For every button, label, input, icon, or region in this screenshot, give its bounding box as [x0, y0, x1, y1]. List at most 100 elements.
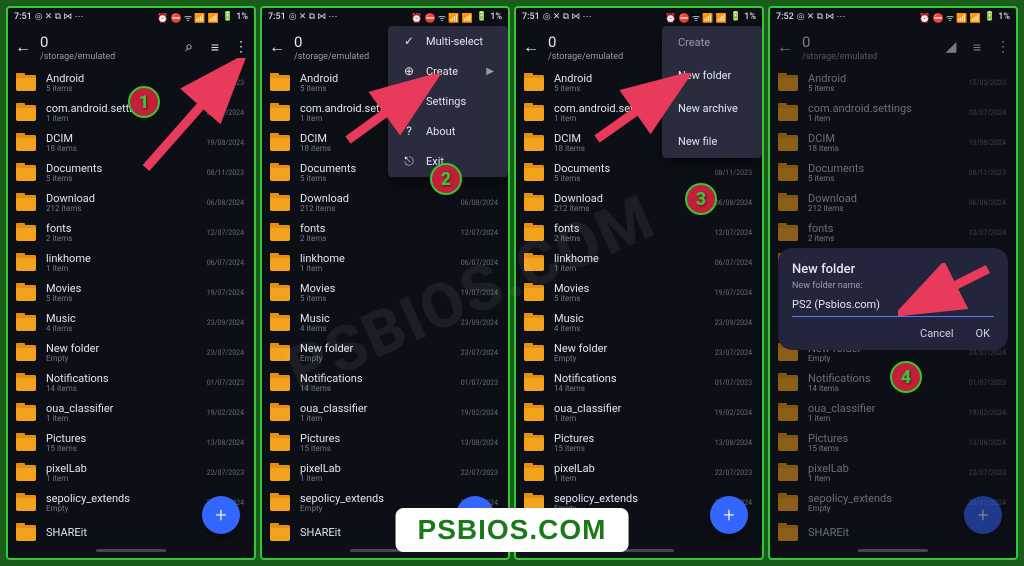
- folder-date: 06/08/2024: [461, 199, 498, 207]
- panel-step-1: 7:51◎ ✕ ⧉ ⋈ ⋯ ⏰ ⛔ ᯤ 📶 📶🔋1% ← 0 /storage/…: [6, 6, 256, 560]
- folder-icon: [778, 375, 798, 391]
- back-icon[interactable]: ←: [268, 37, 286, 57]
- list-item[interactable]: New folderEmpty23/07/2024: [8, 338, 254, 368]
- list-item[interactable]: Movies5 items19/07/2024: [516, 278, 762, 308]
- folder-date: 13/08/2024: [715, 439, 752, 447]
- folder-sub: 1 item: [300, 265, 461, 274]
- folder-icon: [270, 405, 290, 421]
- list-item[interactable]: pixelLab1 item22/07/2023: [8, 458, 254, 488]
- list-item[interactable]: linkhome1 item06/07/2024: [8, 248, 254, 278]
- list-item[interactable]: Download212 items06/08/2024: [8, 188, 254, 218]
- list-item[interactable]: fonts2 items12/07/2024: [8, 218, 254, 248]
- folder-name: New folder: [300, 343, 461, 355]
- folder-icon: [524, 285, 544, 301]
- list-item[interactable]: Pictures15 items13/08/2024: [8, 428, 254, 458]
- folder-name: pixelLab: [46, 463, 207, 475]
- list-item[interactable]: Music4 items23/09/2024: [262, 308, 508, 338]
- list-item[interactable]: Notifications14 items01/07/2023: [516, 368, 762, 398]
- folder-date: 13/08/2024: [207, 439, 244, 447]
- folder-sub: 1 item: [46, 265, 207, 274]
- folder-icon: [16, 315, 36, 331]
- folder-icon: [16, 255, 36, 271]
- folder-icon: [270, 345, 290, 361]
- folder-name: Movies: [554, 283, 715, 295]
- fab-add-button[interactable]: +: [202, 496, 240, 534]
- cancel-button[interactable]: Cancel: [920, 327, 953, 340]
- folder-icon: [524, 75, 544, 91]
- step-badge-3: 3: [685, 183, 717, 215]
- folder-name: Movies: [300, 283, 461, 295]
- folder-icon: [778, 495, 798, 511]
- folder-icon: [270, 255, 290, 271]
- folder-sub: 4 items: [300, 325, 461, 334]
- list-item[interactable]: pixelLab1 item22/07/2023: [770, 458, 1016, 488]
- folder-date: 19/02/2024: [207, 409, 244, 417]
- list-item[interactable]: oua_classifier1 item19/02/2024: [8, 398, 254, 428]
- path-title[interactable]: 0 /storage/emulated: [802, 33, 944, 62]
- folder-sub: 212 items: [808, 205, 969, 214]
- list-item[interactable]: New folderEmpty23/07/2024: [516, 338, 762, 368]
- list-item[interactable]: Download212 items06/08/2024: [516, 188, 762, 218]
- menu-item[interactable]: ✓Multi-select: [388, 26, 508, 56]
- kebab-menu-icon[interactable]: ⋮: [234, 39, 248, 56]
- folder-sub: 1 item: [300, 475, 461, 484]
- list-item[interactable]: Pictures15 items13/08/2024: [516, 428, 762, 458]
- menu-icon: ✓: [402, 34, 416, 48]
- fab-add-button[interactable]: +: [710, 496, 748, 534]
- folder-date: 23/07/2024: [207, 349, 244, 357]
- list-item[interactable]: Documents5 items08/11/2023: [770, 158, 1016, 188]
- list-item[interactable]: linkhome1 item06/07/2024: [262, 248, 508, 278]
- ok-button[interactable]: OK: [976, 327, 990, 340]
- list-item[interactable]: com.android.settings1 item02/07/2024: [770, 98, 1016, 128]
- list-item[interactable]: Notifications14 items01/07/2023: [8, 368, 254, 398]
- view-list-icon[interactable]: ≡: [208, 39, 222, 56]
- folder-name: pixelLab: [808, 463, 969, 475]
- folder-name: Android: [808, 73, 969, 85]
- folder-sub: 212 items: [46, 205, 207, 214]
- back-icon[interactable]: ←: [14, 37, 32, 57]
- scrollbar-thumb[interactable]: [96, 549, 166, 552]
- list-item[interactable]: Download212 items06/08/2024: [262, 188, 508, 218]
- list-item[interactable]: DCIM18 items19/08/2024: [770, 128, 1016, 158]
- list-item[interactable]: Pictures15 items13/08/2024: [770, 428, 1016, 458]
- folder-date: 19/02/2024: [969, 409, 1006, 417]
- view-list-icon[interactable]: ≡: [970, 39, 984, 56]
- list-item[interactable]: oua_classifier1 item19/02/2024: [262, 398, 508, 428]
- list-item[interactable]: Documents5 items08/11/2023: [516, 158, 762, 188]
- arrow-annotation: [126, 58, 256, 188]
- folder-name: fonts: [46, 223, 207, 235]
- list-item[interactable]: pixelLab1 item22/07/2023: [516, 458, 762, 488]
- list-item[interactable]: Notifications14 items01/07/2023: [262, 368, 508, 398]
- back-icon[interactable]: ←: [776, 37, 794, 57]
- list-item[interactable]: oua_classifier1 item19/02/2024: [516, 398, 762, 428]
- list-item[interactable]: Movies5 items19/07/2024: [8, 278, 254, 308]
- list-item[interactable]: Pictures15 items13/08/2024: [262, 428, 508, 458]
- list-item[interactable]: oua_classifier1 item19/02/2024: [770, 398, 1016, 428]
- folder-date: 23/09/2024: [207, 319, 244, 327]
- folder-name: Pictures: [808, 433, 969, 445]
- list-item[interactable]: linkhome1 item06/07/2024: [516, 248, 762, 278]
- list-item[interactable]: pixelLab1 item22/07/2023: [262, 458, 508, 488]
- list-item[interactable]: Music4 items23/09/2024: [8, 308, 254, 338]
- list-item[interactable]: Music4 items23/09/2024: [516, 308, 762, 338]
- folder-sub: 5 items: [808, 85, 969, 94]
- kebab-menu-icon[interactable]: ⋮: [996, 39, 1010, 56]
- list-item[interactable]: Android5 items15/03/2023: [770, 68, 1016, 98]
- signal-icon: ◢: [944, 39, 958, 56]
- submenu-label: Create: [678, 36, 710, 49]
- list-item[interactable]: Movies5 items19/07/2024: [262, 278, 508, 308]
- back-icon[interactable]: ←: [522, 37, 540, 57]
- folder-name: pixelLab: [554, 463, 715, 475]
- list-item[interactable]: fonts2 items12/07/2024: [262, 218, 508, 248]
- list-item[interactable]: New folderEmpty23/07/2024: [262, 338, 508, 368]
- folder-icon: [270, 105, 290, 121]
- folder-date: 22/07/2023: [969, 469, 1006, 477]
- folder-icon: [16, 135, 36, 151]
- list-item[interactable]: fonts2 items12/07/2024: [516, 218, 762, 248]
- folder-sub: 2 items: [300, 235, 461, 244]
- list-item[interactable]: Download212 items06/08/2024: [770, 188, 1016, 218]
- list-item[interactable]: fonts2 items12/07/2024: [770, 218, 1016, 248]
- search-icon[interactable]: ⌕: [182, 39, 196, 56]
- folder-date: 23/07/2024: [715, 349, 752, 357]
- folder-sub: 14 items: [554, 385, 715, 394]
